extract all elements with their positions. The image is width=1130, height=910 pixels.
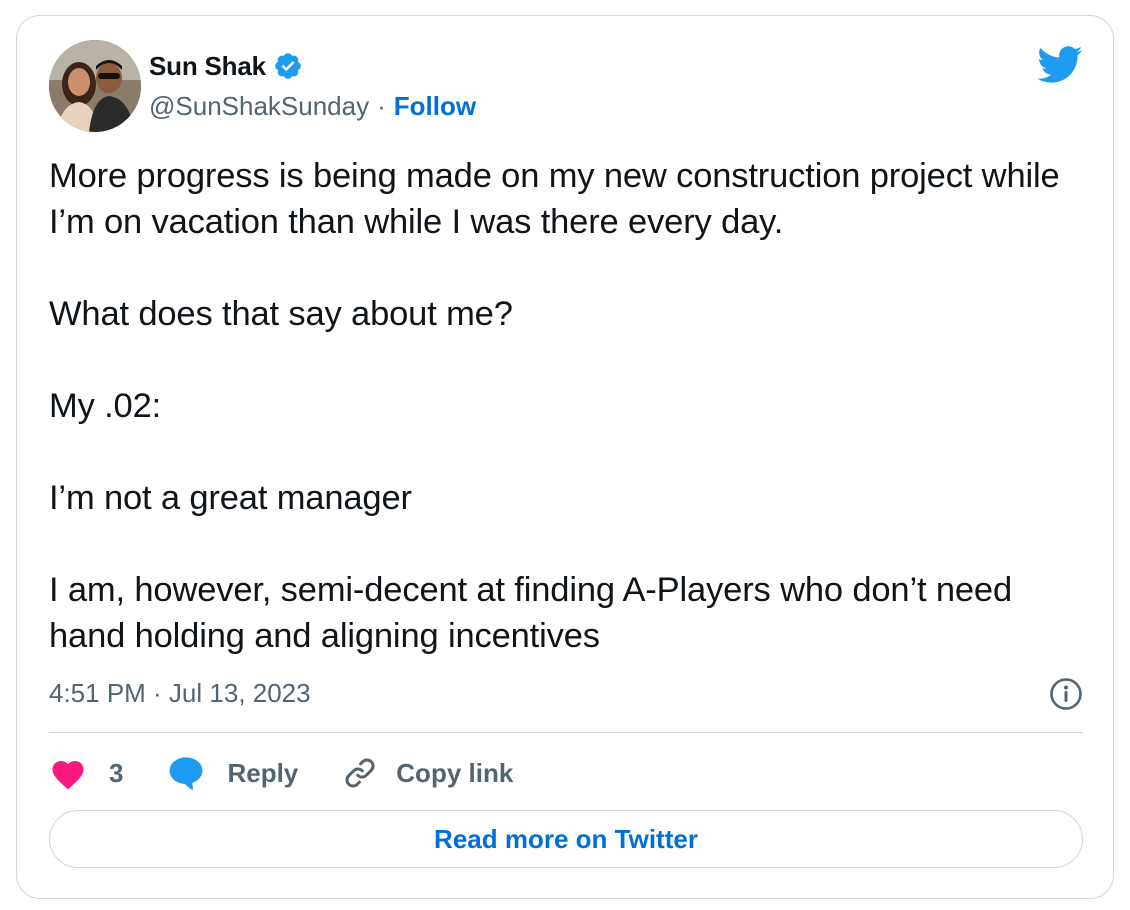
twitter-bird-icon[interactable]	[1037, 46, 1083, 84]
read-more-button[interactable]: Read more on Twitter	[49, 810, 1083, 868]
like-count: 3	[109, 757, 124, 788]
heart-icon	[52, 760, 84, 790]
tweet-paragraph: I am, however, semi-decent at finding A-…	[49, 571, 1012, 655]
tweet-paragraph: I’m not a great manager	[49, 479, 412, 517]
tweet-paragraph: My .02:	[49, 387, 162, 425]
like-button[interactable]: 3	[49, 756, 167, 790]
handle-separator: ·	[377, 90, 386, 121]
divider	[49, 732, 1083, 733]
avatar[interactable]	[49, 40, 141, 132]
tweet-embed-card: Sun Shak @SunShakSunday · Follow More pr…	[16, 15, 1114, 899]
copy-link-label: Copy link	[396, 757, 514, 788]
copy-link-button[interactable]: Copy link	[342, 755, 513, 791]
link-icon	[345, 758, 375, 788]
info-icon[interactable]	[1049, 677, 1083, 711]
author-handle[interactable]: @SunShakSunday	[149, 91, 369, 122]
tweet-actions: 3 Reply Copy link	[49, 752, 513, 794]
reply-button[interactable]: Reply	[167, 755, 342, 791]
author-display-name[interactable]: Sun Shak	[149, 51, 266, 82]
author-handle-row: @SunShakSunday · Follow	[149, 89, 476, 123]
tweet-paragraph: What does that say about me?	[49, 295, 513, 333]
reply-label: Reply	[227, 757, 299, 788]
tweet-paragraph: More progress is being made on my new co…	[49, 157, 1060, 241]
speech-bubble-icon	[170, 757, 203, 790]
verified-badge-icon	[273, 51, 303, 81]
tweet-timestamp[interactable]: 4:51 PM · Jul 13, 2023	[49, 676, 311, 710]
follow-link[interactable]: Follow	[394, 91, 476, 122]
author-name-row: Sun Shak	[149, 49, 303, 83]
tweet-text: More progress is being made on my new co…	[49, 153, 1094, 659]
